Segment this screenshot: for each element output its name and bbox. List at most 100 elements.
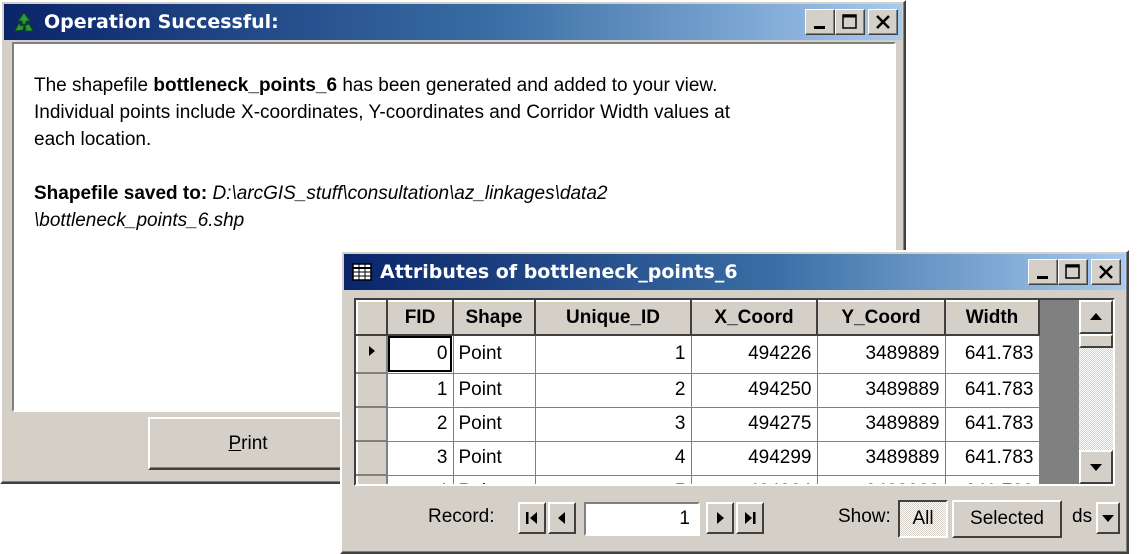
show-label: Show: — [838, 506, 891, 527]
scroll-up-button[interactable] — [1079, 300, 1113, 334]
arrow-down-icon — [1090, 464, 1102, 471]
row-selector[interactable] — [356, 372, 388, 408]
header-row: FID Shape Unique_ID X_Coord Y_Coord Widt… — [356, 300, 1040, 336]
cell-width[interactable]: 641.783 — [945, 407, 1040, 442]
cell-shape[interactable]: Point — [453, 373, 536, 408]
close-icon — [876, 15, 890, 29]
title-bar[interactable]: Attributes of bottleneck_points_6 — [344, 254, 1125, 290]
cell-shape[interactable]: Point — [453, 335, 536, 374]
column-header-width[interactable]: Width — [944, 300, 1040, 336]
message-line-2: Individual points include X-coordinates,… — [34, 102, 731, 123]
print-button[interactable]: Print — [148, 417, 348, 470]
minimize-icon — [1037, 276, 1048, 279]
cell-unique-id[interactable]: 3 — [535, 407, 692, 442]
print-mnemonic: P — [228, 432, 242, 454]
cell-width[interactable]: 641.783 — [945, 441, 1040, 476]
cell-width[interactable]: 641.783 — [945, 335, 1040, 374]
cell-fid[interactable]: 1 — [387, 373, 454, 408]
close-button[interactable] — [1091, 259, 1121, 285]
message-text: The shapefile bottleneck_points_6 has be… — [34, 72, 874, 234]
cell-unique-id[interactable]: 1 — [535, 335, 692, 374]
first-record-button[interactable] — [518, 502, 546, 534]
show-selected-button[interactable]: Selected — [952, 500, 1062, 538]
cell-x-coord[interactable]: 494299 — [691, 441, 818, 476]
cell-width[interactable]: 641.783 — [945, 373, 1040, 408]
scroll-thumb[interactable] — [1079, 334, 1113, 348]
cell-fid[interactable]: 4 — [387, 475, 454, 484]
maximize-button[interactable] — [835, 9, 865, 35]
options-dropdown-button[interactable] — [1096, 502, 1120, 534]
minimize-icon — [814, 26, 825, 29]
column-header-x-coord[interactable]: X_Coord — [690, 300, 818, 336]
column-header-shape[interactable]: Shape — [452, 300, 536, 336]
print-label: rint — [241, 432, 268, 454]
message-line-1: The shapefile bottleneck_points_6 has be… — [34, 72, 874, 99]
column-header-unique-id[interactable]: Unique_ID — [534, 300, 692, 336]
minimize-button[interactable] — [805, 9, 835, 35]
message-text-post: has been generated and added to your vie… — [337, 75, 718, 96]
row-selector[interactable] — [356, 440, 388, 476]
dialog-title: Attributes of bottleneck_points_6 — [380, 261, 738, 283]
current-row-arrow-icon — [369, 346, 375, 356]
row-selector[interactable] — [356, 474, 388, 484]
records-button-fragment[interactable]: ds — [1072, 506, 1092, 528]
cell-shape[interactable]: Point — [453, 441, 536, 476]
maximize-icon — [842, 14, 857, 29]
saved-label: Shapefile saved to: — [34, 183, 208, 204]
cell-shape[interactable]: Point — [453, 475, 536, 484]
record-label: Record: — [428, 506, 495, 527]
saved-path-line-2: \bottleneck_points_6.shp — [34, 207, 874, 234]
cell-y-coord[interactable]: 3489889 — [817, 475, 946, 484]
table-row[interactable]: 1 Point 2 494250 3489889 641.783 — [356, 372, 1040, 408]
row-selector[interactable] — [356, 406, 388, 442]
next-record-button[interactable] — [706, 502, 734, 534]
attribute-table: FID Shape Unique_ID X_Coord Y_Coord Widt… — [356, 300, 1040, 484]
arrow-up-icon — [1090, 313, 1102, 320]
table-row[interactable]: 4 Point 5 494324 3489889 641.783 — [356, 474, 1040, 484]
cell-unique-id[interactable]: 4 — [535, 441, 692, 476]
attributes-dialog: Attributes of bottleneck_points_6 FID Sh… — [340, 250, 1129, 554]
cell-fid[interactable]: 2 — [387, 407, 454, 442]
vertical-scrollbar[interactable] — [1079, 300, 1113, 484]
column-header-y-coord[interactable]: Y_Coord — [816, 300, 946, 336]
message-text-pre: The shapefile — [34, 75, 154, 96]
cell-unique-id[interactable]: 2 — [535, 373, 692, 408]
saved-path-part-2: \bottleneck_points_6.shp — [34, 210, 245, 231]
record-number-input[interactable]: 1 — [584, 502, 700, 536]
last-record-icon — [745, 512, 756, 524]
title-bar[interactable]: Operation Successful: — [4, 4, 902, 40]
row-selector[interactable] — [356, 334, 388, 374]
table-row[interactable]: 2 Point 3 494275 3489889 641.783 — [356, 406, 1040, 442]
cell-x-coord[interactable]: 494275 — [691, 407, 818, 442]
table-row[interactable]: 0 Point 1 494226 3489889 641.783 — [356, 334, 1040, 374]
cell-y-coord[interactable]: 3489889 — [817, 373, 946, 408]
column-header-fid[interactable]: FID — [386, 300, 454, 336]
previous-record-icon — [558, 512, 565, 524]
row-selector-header[interactable] — [356, 300, 388, 336]
cell-shape[interactable]: Point — [453, 407, 536, 442]
recycle-arrows-icon — [14, 12, 34, 32]
table-icon — [352, 263, 372, 281]
cell-x-coord[interactable]: 494324 — [691, 475, 818, 484]
cell-unique-id[interactable]: 5 — [535, 475, 692, 484]
record-navigation-bar: Record: 1 Show: All Selected ds — [354, 496, 1120, 540]
next-record-icon — [717, 512, 724, 524]
close-button[interactable] — [868, 9, 898, 35]
last-record-button[interactable] — [736, 502, 764, 534]
table-row[interactable]: 3 Point 4 494299 3489889 641.783 — [356, 440, 1040, 476]
cell-fid[interactable]: 0 — [387, 335, 454, 374]
close-icon — [1099, 265, 1113, 279]
cell-y-coord[interactable]: 3489889 — [817, 335, 946, 374]
show-all-button[interactable]: All — [898, 500, 948, 538]
previous-record-button[interactable] — [548, 502, 576, 534]
cell-y-coord[interactable]: 3489889 — [817, 441, 946, 476]
cell-y-coord[interactable]: 3489889 — [817, 407, 946, 442]
minimize-button[interactable] — [1028, 259, 1058, 285]
cell-width[interactable]: 641.783 — [945, 475, 1040, 484]
message-line-3: each location. — [34, 129, 152, 150]
scroll-down-button[interactable] — [1079, 450, 1113, 484]
cell-x-coord[interactable]: 494226 — [691, 335, 818, 374]
cell-x-coord[interactable]: 494250 — [691, 373, 818, 408]
cell-fid[interactable]: 3 — [387, 441, 454, 476]
maximize-button[interactable] — [1058, 259, 1088, 285]
